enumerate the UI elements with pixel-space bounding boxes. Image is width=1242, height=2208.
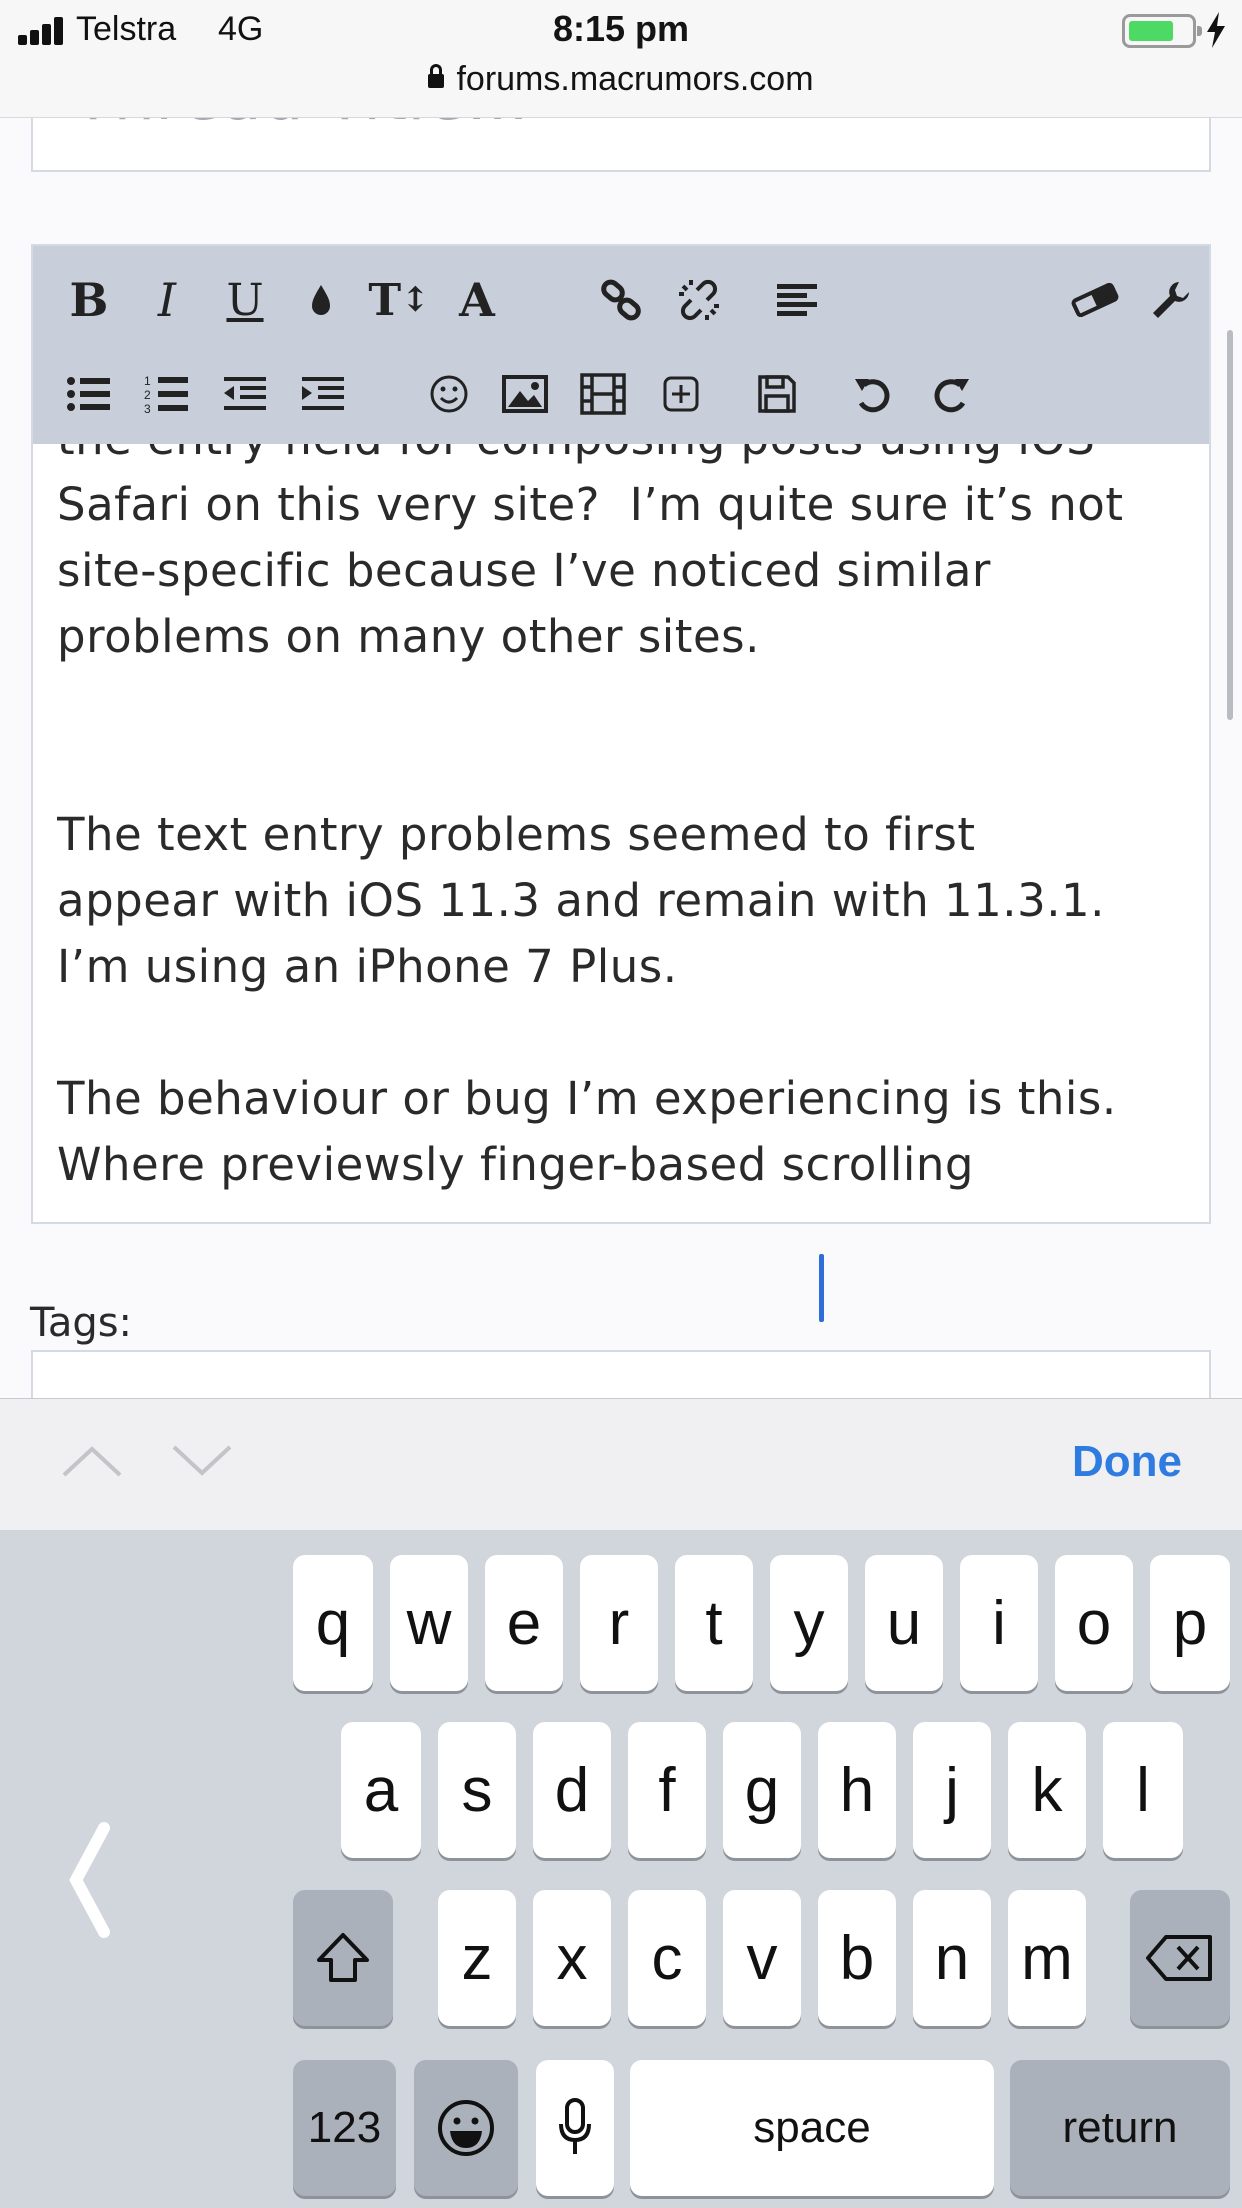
key-o[interactable]: o <box>1055 1555 1133 1691</box>
page-scrollbar[interactable] <box>1227 330 1233 720</box>
insert-icon[interactable] <box>651 364 711 424</box>
text-cursor <box>819 1254 824 1322</box>
key-g[interactable]: g <box>723 1722 801 1858</box>
dictation-key[interactable] <box>536 2060 614 2196</box>
svg-text:1: 1 <box>144 374 151 388</box>
battery-level <box>1129 21 1173 41</box>
emoji-icon <box>438 2100 494 2156</box>
numbered-list-icon[interactable]: 123 <box>137 364 197 424</box>
key-w[interactable]: w <box>390 1555 468 1691</box>
align-icon[interactable] <box>767 270 827 330</box>
image-icon[interactable] <box>495 364 555 424</box>
status-bar: Telstra 4G 8:15 pm forums.macrumors.com <box>0 0 1242 118</box>
key-z[interactable]: z <box>438 1890 516 2026</box>
media-icon[interactable] <box>573 364 633 424</box>
address-bar[interactable]: forums.macrumors.com <box>0 60 1242 99</box>
smilie-icon[interactable] <box>419 364 479 424</box>
font-family-icon[interactable]: A <box>447 270 507 330</box>
font-size-icon[interactable]: T ↕ <box>368 270 429 330</box>
shift-key[interactable] <box>293 1890 393 2026</box>
link-icon[interactable] <box>591 270 651 330</box>
numbers-key[interactable]: 123 <box>293 2060 396 2196</box>
key-d[interactable]: d <box>533 1722 611 1858</box>
shift-icon <box>317 1933 369 1982</box>
key-h[interactable]: h <box>818 1722 896 1858</box>
indent-icon[interactable] <box>293 364 353 424</box>
key-t[interactable]: t <box>675 1555 753 1691</box>
wrench-icon[interactable] <box>1141 270 1201 330</box>
key-k[interactable]: k <box>1008 1722 1086 1858</box>
save-draft-icon[interactable] <box>747 364 807 424</box>
editor-toolbar: B I U T ↕ A 123 <box>33 246 1209 444</box>
message-text: the entry field for composing posts usin… <box>57 444 1124 1191</box>
tags-label: Tags: <box>30 1300 133 1346</box>
key-y[interactable]: y <box>770 1555 848 1691</box>
return-key[interactable]: return <box>1010 2060 1230 2196</box>
unlink-icon[interactable] <box>669 270 729 330</box>
key-c[interactable]: c <box>628 1890 706 2026</box>
emoji-key[interactable] <box>414 2060 518 2196</box>
svg-text:3: 3 <box>144 402 151 415</box>
keyboard-back-icon[interactable] <box>60 1820 116 1940</box>
key-q[interactable]: q <box>293 1555 373 1691</box>
space-key[interactable]: space <box>630 2060 994 2196</box>
italic-icon[interactable]: I <box>137 270 197 330</box>
key-l[interactable]: l <box>1103 1722 1183 1858</box>
delete-key[interactable] <box>1130 1890 1230 2026</box>
key-i[interactable]: i <box>960 1555 1038 1691</box>
key-p[interactable]: p <box>1150 1555 1230 1691</box>
clock: 8:15 pm <box>552 8 690 49</box>
key-x[interactable]: x <box>533 1890 611 2026</box>
key-s[interactable]: s <box>438 1722 516 1858</box>
key-f[interactable]: f <box>628 1722 706 1858</box>
editor-content-area[interactable]: the entry field for composing posts usin… <box>57 444 1187 1222</box>
outdent-icon[interactable] <box>215 364 275 424</box>
bullet-list-icon[interactable] <box>59 364 119 424</box>
previous-field-icon[interactable] <box>60 1441 124 1481</box>
redo-icon[interactable] <box>921 364 981 424</box>
lock-icon <box>428 64 445 88</box>
done-button[interactable]: Done <box>1072 1437 1182 1487</box>
form-accessory-bar: Done <box>0 1398 1242 1530</box>
microphone-icon <box>559 2098 591 2154</box>
color-drop-icon[interactable] <box>291 270 351 330</box>
bold-icon[interactable]: B <box>59 270 119 330</box>
key-u[interactable]: u <box>865 1555 943 1691</box>
undo-icon[interactable] <box>843 364 903 424</box>
eraser-icon[interactable] <box>1065 270 1125 330</box>
key-b[interactable]: b <box>818 1890 896 2026</box>
key-a[interactable]: a <box>341 1722 421 1858</box>
key-m[interactable]: m <box>1008 1890 1086 2026</box>
battery-icon <box>1122 14 1202 48</box>
key-r[interactable]: r <box>580 1555 658 1691</box>
key-n[interactable]: n <box>913 1890 991 2026</box>
key-v[interactable]: v <box>723 1890 801 2026</box>
keyboard: q w e r t y u i o p a s d f g h j k l z … <box>0 1530 1242 2208</box>
charging-bolt-icon <box>1207 12 1225 48</box>
backspace-icon <box>1146 1935 1212 1981</box>
svg-text:2: 2 <box>144 388 151 402</box>
message-editor[interactable]: B I U T ↕ A 123 Safari on this very site… <box>31 244 1211 1224</box>
key-j[interactable]: j <box>913 1722 991 1858</box>
key-e[interactable]: e <box>485 1555 563 1691</box>
next-field-icon[interactable] <box>170 1441 234 1481</box>
underline-icon[interactable]: U <box>215 270 275 330</box>
url-text: forums.macrumors.com <box>456 60 814 98</box>
